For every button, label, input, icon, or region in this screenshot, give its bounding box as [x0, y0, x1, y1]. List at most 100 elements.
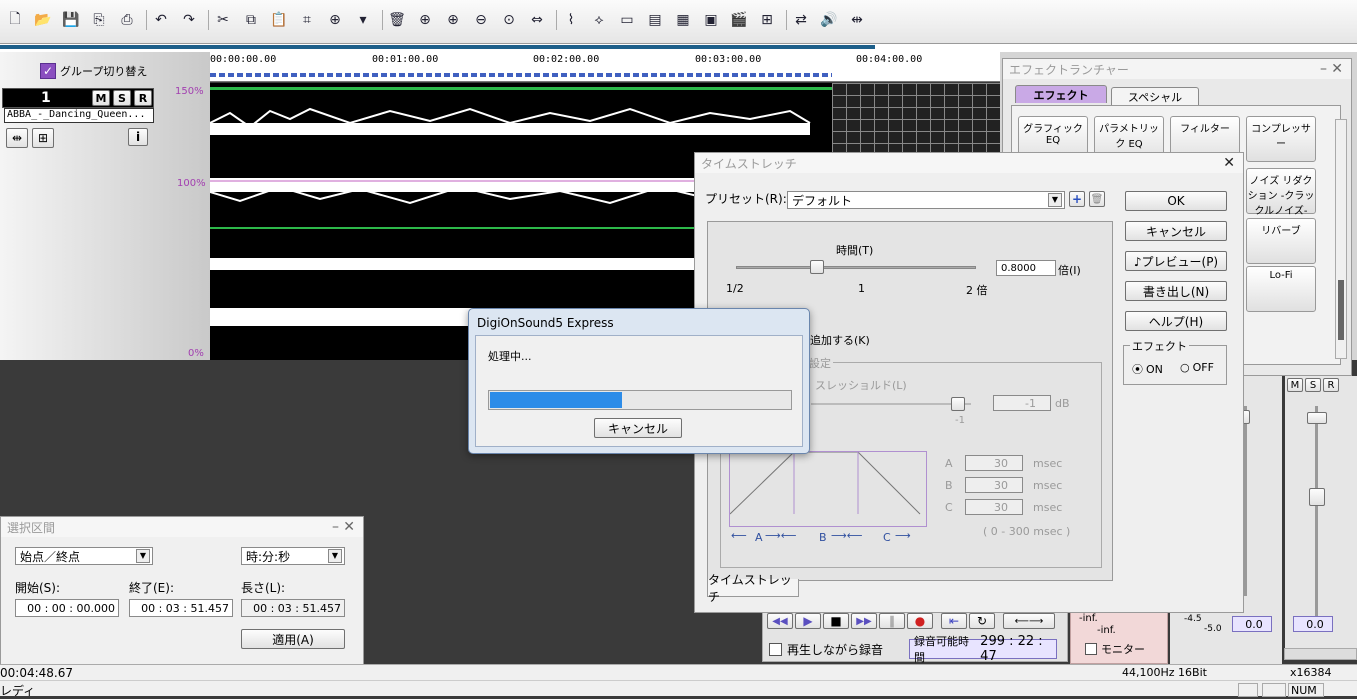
- close-icon[interactable]: ✕: [1331, 61, 1343, 77]
- launcher-scrollbar[interactable]: [1335, 119, 1347, 359]
- crop-icon[interactable]: ⌗: [296, 9, 318, 31]
- preset-select[interactable]: デフォルト ▼: [787, 191, 1065, 209]
- mixer-mute-button[interactable]: M: [1287, 378, 1303, 392]
- effect-on-radio[interactable]: ⦿ ON: [1132, 361, 1163, 377]
- cancel-button[interactable]: キャンセル: [1125, 221, 1227, 241]
- close-icon[interactable]: ✕: [343, 519, 355, 535]
- radio-unchecked-icon: ○: [1180, 361, 1190, 374]
- copy-icon[interactable]: ⧉: [240, 9, 262, 31]
- insert-icon[interactable]: ⊕: [324, 9, 346, 31]
- mixer-rec-button[interactable]: R: [1323, 378, 1339, 392]
- info-button[interactable]: i: [128, 128, 148, 146]
- help-button[interactable]: ヘルプ(H): [1125, 311, 1227, 331]
- overview-bar[interactable]: [0, 45, 875, 49]
- open-folder-icon[interactable]: 📂: [32, 9, 54, 31]
- a-input[interactable]: 30: [965, 455, 1023, 471]
- delete-preset-icon[interactable]: 🗑: [1089, 191, 1105, 207]
- view1-icon[interactable]: ▭: [616, 9, 638, 31]
- mute-button[interactable]: M: [92, 90, 110, 106]
- fast-forward-icon[interactable]: ▶▶: [851, 613, 877, 629]
- view2-icon[interactable]: ▤: [644, 9, 666, 31]
- ruler-tick-2: 00:02:00.00: [533, 54, 600, 65]
- loop-icon[interactable]: ↻: [969, 613, 995, 629]
- unit-select[interactable]: 時:分:秒 ▼: [241, 547, 345, 565]
- add-preset-icon[interactable]: +: [1069, 191, 1085, 207]
- threshold-thumb[interactable]: [951, 397, 965, 411]
- expand-icon[interactable]: ⇹: [6, 128, 28, 148]
- mode-select[interactable]: 始点／終点 ▼: [15, 547, 153, 565]
- rewind-icon[interactable]: ◀◀: [767, 613, 793, 629]
- save-as-icon[interactable]: ⎘: [88, 9, 110, 31]
- pan-slider-thumb[interactable]: [1307, 412, 1327, 424]
- undo-icon[interactable]: ↶: [150, 9, 172, 31]
- master-level-value[interactable]: 0.0: [1293, 616, 1333, 632]
- record-icon[interactable]: ●: [907, 613, 933, 629]
- end-input[interactable]: 00 : 03 : 51.457: [129, 599, 233, 617]
- stop-icon[interactable]: ■: [823, 613, 849, 629]
- tab-effect[interactable]: エフェクト: [1015, 85, 1107, 103]
- time-slider-thumb[interactable]: [810, 260, 824, 274]
- export-button[interactable]: 書き出し(N): [1125, 281, 1227, 301]
- envelope-icon[interactable]: ⊞: [32, 128, 54, 148]
- tab-special[interactable]: スペシャル: [1111, 87, 1199, 105]
- ok-button[interactable]: OK: [1125, 191, 1227, 211]
- mixer-hscroll[interactable]: [1284, 648, 1357, 660]
- minimize-icon[interactable]: –: [1320, 61, 1327, 77]
- paste-icon[interactable]: 📋: [268, 9, 290, 31]
- c-input[interactable]: 30: [965, 499, 1023, 515]
- convert-icon[interactable]: ⇄: [790, 9, 812, 31]
- group-toggle[interactable]: ✓ グループ切り替え: [40, 62, 158, 80]
- zoom-in-icon[interactable]: ⊕: [414, 9, 436, 31]
- speaker-icon[interactable]: 🔊: [818, 9, 840, 31]
- b-input[interactable]: 30: [965, 477, 1023, 493]
- noise-reduction-button[interactable]: ノイズ リダクション -クラックルノイズ-: [1246, 168, 1316, 217]
- to-start-icon[interactable]: ⇤: [941, 613, 967, 629]
- zoom-in-v-icon[interactable]: ⊕: [442, 9, 464, 31]
- solo-button[interactable]: S: [113, 90, 131, 106]
- view3-icon[interactable]: ▦: [672, 9, 694, 31]
- new-file-icon[interactable]: 🗋: [4, 9, 26, 31]
- monitor-toggle[interactable]: モニター: [1085, 641, 1145, 657]
- record-while-play-toggle[interactable]: 再生しながら録音: [769, 641, 883, 658]
- track-level-value[interactable]: 0.0: [1232, 616, 1272, 632]
- time-ruler[interactable]: 00:00:00.00 00:01:00.00 00:02:00.00 00:0…: [210, 52, 1000, 82]
- progress-cancel-button[interactable]: キャンセル: [594, 418, 682, 438]
- toolbar-separator: [146, 10, 147, 30]
- range-icon[interactable]: ⟵⟶: [1003, 613, 1055, 629]
- view5-icon[interactable]: ⊞: [756, 9, 778, 31]
- pause-icon[interactable]: ∥: [879, 613, 905, 629]
- volume-fader-thumb[interactable]: [1309, 488, 1325, 506]
- reverb-button[interactable]: リバーブ: [1246, 218, 1316, 264]
- minimize-icon[interactable]: –: [332, 519, 339, 535]
- preview-button[interactable]: ♪プレビュー(P): [1125, 251, 1227, 271]
- export-icon[interactable]: ⎙: [116, 9, 138, 31]
- dropdown-arrow-icon[interactable]: ▾: [352, 9, 374, 31]
- lofi-button[interactable]: Lo-Fi: [1246, 266, 1316, 312]
- close-icon[interactable]: ✕: [1223, 155, 1235, 171]
- split-icon[interactable]: ⇹: [846, 9, 868, 31]
- clip-name[interactable]: ABBA_-_Dancing_Queen...: [4, 108, 154, 123]
- length-input[interactable]: 00 : 03 : 51.457: [241, 599, 345, 617]
- threshold-input[interactable]: -1: [993, 395, 1051, 411]
- start-input[interactable]: 00 : 00 : 00.000: [15, 599, 119, 617]
- delete-icon[interactable]: 🗑: [386, 9, 408, 31]
- cut-icon[interactable]: ✂: [212, 9, 234, 31]
- ratio-input[interactable]: 0.8000: [996, 260, 1056, 276]
- mixer-solo-button[interactable]: S: [1305, 378, 1321, 392]
- zoom-fit-icon[interactable]: ⊙: [498, 9, 520, 31]
- redo-icon[interactable]: ↷: [178, 9, 200, 31]
- record-arm-button[interactable]: R: [134, 90, 152, 106]
- snap-icon[interactable]: ⌇: [560, 9, 582, 31]
- tab-time-stretch[interactable]: タイムストレッチ: [707, 573, 799, 604]
- marker-icon[interactable]: ⟡: [588, 9, 610, 31]
- view4-icon[interactable]: ▣: [700, 9, 722, 31]
- zoom-out-icon[interactable]: ⊖: [470, 9, 492, 31]
- save-icon[interactable]: 💾: [60, 9, 82, 31]
- clapper-icon[interactable]: 🎬: [728, 9, 750, 31]
- apply-button[interactable]: 適用(A): [241, 629, 345, 649]
- track-title-bar: 1 M S R: [2, 88, 154, 108]
- fit-width-icon[interactable]: ⇔: [526, 9, 548, 31]
- effect-off-radio[interactable]: ○ OFF: [1180, 361, 1214, 374]
- play-icon[interactable]: ▶: [795, 613, 821, 629]
- compressor-button[interactable]: コンプレッサー: [1246, 116, 1316, 162]
